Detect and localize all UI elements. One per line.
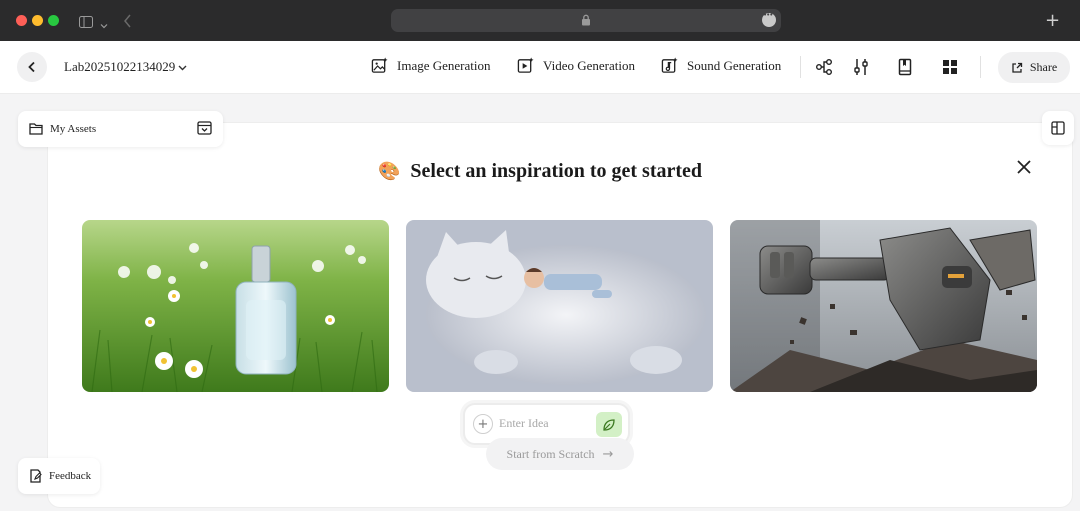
inspiration-card-cat[interactable] <box>406 220 713 392</box>
chevron-left-icon <box>28 61 35 73</box>
folder-icon <box>29 122 43 140</box>
arrow-right-icon: → <box>602 446 614 462</box>
lock-icon <box>581 13 591 31</box>
video-sparkle-icon <box>517 57 534 73</box>
window-close-button[interactable] <box>16 15 27 26</box>
inspiration-card-perfume[interactable] <box>82 220 389 392</box>
project-name[interactable]: Lab20251022134029 <box>64 59 175 75</box>
image-generation-button[interactable]: Image Generation <box>371 57 490 74</box>
idea-input[interactable] <box>499 416 589 431</box>
image-generation-label: Image Generation <box>397 57 491 73</box>
page-options-icon[interactable] <box>762 11 776 27</box>
inspiration-card-robot[interactable] <box>730 220 1037 392</box>
address-bar[interactable] <box>391 9 781 32</box>
inspiration-heading: 🎨 Select an inspiration to get started <box>0 160 1080 183</box>
perfume-in-grass-image <box>82 220 389 392</box>
window-zoom-button[interactable] <box>48 15 59 26</box>
leaf-icon <box>603 418 615 431</box>
share-button[interactable]: Share <box>998 52 1070 83</box>
layout-toggle-button[interactable] <box>1042 111 1074 145</box>
sound-sparkle-icon <box>661 57 678 73</box>
feedback-icon <box>30 469 42 483</box>
image-sparkle-icon <box>371 57 388 73</box>
close-icon[interactable] <box>1015 158 1033 176</box>
sliders-icon[interactable] <box>852 58 870 76</box>
back-arrow-icon[interactable] <box>123 13 132 32</box>
collapse-panel-icon[interactable] <box>197 121 212 140</box>
divider <box>980 56 981 78</box>
video-generation-label: Video Generation <box>543 57 635 73</box>
share-icon <box>1012 62 1022 73</box>
back-button[interactable] <box>17 52 47 82</box>
share-label: Share <box>1029 60 1058 74</box>
my-assets-panel[interactable]: My Assets <box>18 111 223 147</box>
window-minimize-button[interactable] <box>32 15 43 26</box>
inspiration-title: Select an inspiration to get started <box>410 160 703 182</box>
start-from-scratch-button[interactable]: Start from Scratch → <box>486 438 634 470</box>
mech-robot-image <box>730 220 1037 392</box>
feedback-label: Feedback <box>49 470 92 482</box>
chevron-down-icon[interactable] <box>177 60 188 78</box>
divider <box>800 56 801 78</box>
feedback-button[interactable]: Feedback <box>18 458 100 494</box>
nodes-icon[interactable] <box>815 58 833 76</box>
sound-generation-button[interactable]: Sound Generation <box>661 57 781 74</box>
grid-icon[interactable] <box>941 58 959 76</box>
split-layout-icon <box>1051 121 1065 135</box>
my-assets-label: My Assets <box>50 123 97 135</box>
palette-icon: 🎨 <box>377 161 401 182</box>
browser-chrome: + <box>0 0 1080 41</box>
chevron-down-icon[interactable] <box>100 15 108 34</box>
book-icon[interactable] <box>896 58 914 76</box>
cat-and-baby-image <box>406 220 713 392</box>
add-attachment-button[interactable]: + <box>473 414 493 434</box>
new-tab-button[interactable]: + <box>1045 10 1060 31</box>
generate-button[interactable] <box>596 412 622 437</box>
start-from-scratch-label: Start from Scratch <box>506 446 595 461</box>
app-topbar: Lab20251022134029 Image Generation Video… <box>0 41 1080 94</box>
video-generation-button[interactable]: Video Generation <box>517 57 635 74</box>
sound-generation-label: Sound Generation <box>687 57 782 73</box>
sidebar-toggle-icon[interactable] <box>79 13 93 32</box>
